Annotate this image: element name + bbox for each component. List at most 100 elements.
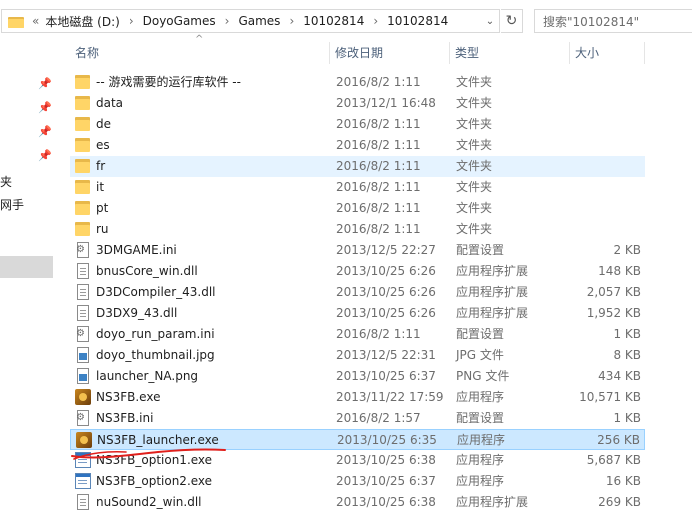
file-row[interactable]: launcher_NA.png 2013/10/25 6:37 PNG 文件 434 … (70, 366, 645, 387)
file-row[interactable]: doyo_thumbnail.jpg 2013/12/5 22:31 JPG 文件 8… (70, 345, 645, 366)
dll-file-icon (77, 305, 89, 321)
file-row[interactable]: data 2013/12/1 16:48 文件夹 (70, 93, 645, 114)
chevron-right-icon[interactable]: › (280, 14, 303, 28)
file-row[interactable]: bnusCore_win.dll 2013/10/25 6:26 应用程序扩展 148… (70, 261, 645, 282)
file-row[interactable]: NS3FB_option2.exe 2013/10/25 6:37 应用程序 16 K… (70, 471, 645, 492)
file-row[interactable]: pt 2016/8/2 1:11 文件夹 (70, 198, 645, 219)
folder-icon (8, 15, 24, 28)
file-size: 16 KB (605, 474, 641, 488)
column-header-date[interactable]: 修改日期 (330, 42, 450, 64)
file-row[interactable]: D3DCompiler_43.dll 2013/10/25 6:26 应用程序扩展 2… (70, 282, 645, 303)
file-row[interactable]: doyo_run_param.ini 2016/8/2 1:11 配置设置 1 KB (70, 324, 645, 345)
pin-icon[interactable]: 📌 (38, 101, 52, 115)
address-bar[interactable]: « 本地磁盘 (D:) › DoyoGames › Games › 101028… (1, 9, 500, 33)
file-name: NS3FB_option1.exe (96, 453, 213, 467)
file-type: 配置设置 (456, 327, 505, 341)
file-type: JPG 文件 (456, 348, 504, 362)
file-size: 256 KB (597, 433, 640, 447)
file-type: 应用程序 (456, 390, 505, 404)
breadcrumb-overflow[interactable]: « (24, 14, 45, 28)
folder-icon (75, 221, 91, 237)
nav-item-selected[interactable] (0, 256, 53, 278)
game-exe-icon (75, 389, 91, 405)
dll-file-icon (77, 494, 89, 510)
file-name: -- 游戏需要的运行库软件 -- (96, 75, 241, 89)
folder-icon (75, 200, 91, 216)
pin-icon[interactable]: 📌 (38, 77, 52, 91)
game-exe-icon (76, 432, 92, 448)
breadcrumb-10102814-parent[interactable]: 10102814 (303, 14, 364, 28)
file-row[interactable]: NS3FB_launcher.exe 2013/10/25 6:35 应用程序 256… (70, 429, 645, 450)
nav-item[interactable]: 夹 (0, 173, 12, 190)
file-row[interactable]: de 2016/8/2 1:11 文件夹 (70, 114, 645, 135)
ini-file-icon (76, 410, 89, 426)
breadcrumb-10102814-current[interactable]: 10102814 (387, 14, 448, 28)
file-name: data (96, 96, 124, 110)
file-row[interactable]: it 2016/8/2 1:11 文件夹 (70, 177, 645, 198)
file-name: pt (96, 201, 109, 215)
file-type: 文件夹 (456, 201, 493, 215)
breadcrumb-drive[interactable]: 本地磁盘 (D:) (45, 13, 119, 30)
file-size: 269 KB (598, 495, 641, 509)
navigation-pane: 📌 📌 📌 📌 夹 网手 (0, 42, 58, 512)
file-name: NS3FB.ini (96, 411, 154, 425)
file-type: 文件夹 (456, 159, 493, 173)
pin-icon[interactable]: 📌 (38, 125, 52, 139)
chevron-right-icon[interactable]: › (216, 14, 239, 28)
file-row[interactable]: nuSound2_win.dll 2013/10/25 6:38 应用程序扩展 269… (70, 492, 645, 512)
ini-file-icon (76, 242, 89, 258)
file-name: launcher_NA.png (96, 369, 199, 383)
folder-icon (75, 95, 91, 111)
chevron-right-icon[interactable]: › (364, 14, 387, 28)
file-row[interactable]: NS3FB.ini 2016/8/2 1:57 配置设置 1 KB (70, 408, 645, 429)
file-type: 配置设置 (456, 411, 505, 425)
folder-icon (75, 116, 91, 132)
file-size: 1 KB (613, 327, 641, 341)
file-row[interactable]: -- 游戏需要的运行库软件 -- 2016/8/2 1:11 文件夹 (70, 72, 645, 93)
file-row[interactable]: NS3FB.exe 2013/11/22 17:59 应用程序 10,571 KB (70, 387, 645, 408)
file-size: 10,571 KB (579, 390, 641, 404)
file-row[interactable]: D3DX9_43.dll 2013/10/25 6:26 应用程序扩展 1,952 K… (70, 303, 645, 324)
file-date: 2016/8/2 1:11 (336, 159, 421, 173)
nav-item[interactable]: 网手 (0, 196, 24, 213)
folder-icon (75, 179, 91, 195)
file-name: ru (96, 222, 109, 236)
dll-file-icon (77, 284, 89, 300)
file-name: es (96, 138, 110, 152)
file-date: 2016/8/2 1:11 (336, 180, 421, 194)
column-header-name[interactable]: 名称 (70, 42, 330, 64)
file-row[interactable]: 3DMGAME.ini 2013/12/5 22:27 配置设置 2 KB (70, 240, 645, 261)
image-file-icon (77, 347, 89, 363)
ini-file-icon (76, 326, 89, 342)
file-type: 应用程序 (456, 453, 505, 467)
file-row[interactable]: es 2016/8/2 1:11 文件夹 (70, 135, 645, 156)
folder-icon (75, 137, 91, 153)
file-date: 2016/8/2 1:11 (336, 117, 421, 131)
pin-icon[interactable]: 📌 (38, 149, 52, 163)
file-row[interactable]: ru 2016/8/2 1:11 文件夹 (70, 219, 645, 240)
file-type: 应用程序扩展 (456, 264, 529, 278)
file-date: 2013/10/25 6:38 (336, 453, 436, 467)
file-date: 2013/10/25 6:26 (336, 306, 436, 320)
file-name: doyo_thumbnail.jpg (96, 348, 215, 362)
file-name: fr (96, 159, 106, 173)
search-input[interactable]: 搜索"10102814" (534, 9, 692, 33)
breadcrumb-doyogames[interactable]: DoyoGames (143, 14, 216, 28)
file-date: 2013/10/25 6:35 (337, 433, 437, 447)
file-date: 2016/8/2 1:11 (336, 222, 421, 236)
column-header-type[interactable]: 类型 (450, 42, 570, 64)
file-row[interactable]: NS3FB_option1.exe 2013/10/25 6:38 应用程序 5,68… (70, 450, 645, 471)
file-date: 2013/12/5 22:31 (336, 348, 436, 362)
file-name: D3DCompiler_43.dll (96, 285, 216, 299)
chevron-down-icon[interactable]: ⌄ (480, 10, 500, 32)
file-name: D3DX9_43.dll (96, 306, 178, 320)
file-row[interactable]: fr 2016/8/2 1:11 文件夹 (70, 156, 645, 177)
column-header-size[interactable]: 大小 (570, 42, 645, 64)
file-type: 应用程序 (457, 433, 506, 447)
file-type: 应用程序扩展 (456, 306, 529, 320)
breadcrumb-games[interactable]: Games (238, 14, 280, 28)
file-type: 配置设置 (456, 243, 505, 257)
refresh-button[interactable]: ↻ (501, 9, 523, 33)
file-name: NS3FB_option2.exe (96, 474, 213, 488)
chevron-right-icon[interactable]: › (120, 14, 143, 28)
